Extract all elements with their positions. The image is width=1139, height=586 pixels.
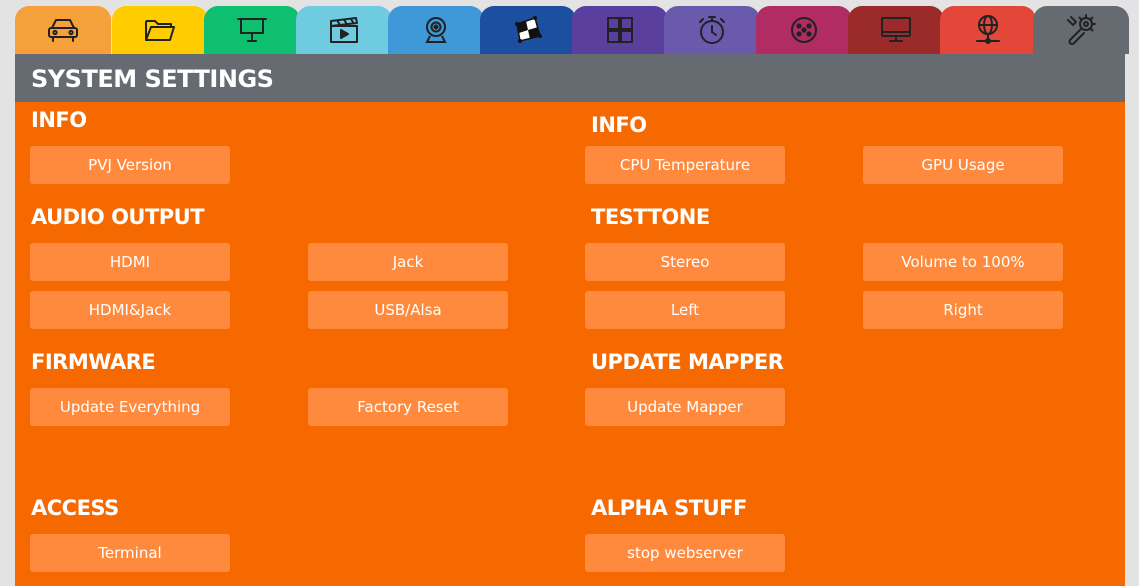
pvj-version-button[interactable]: PVJ Version [30, 146, 230, 184]
hdmi-and-jack-button[interactable]: HDMI&Jack [30, 291, 230, 329]
grid-icon [606, 16, 634, 44]
tab-files[interactable] [112, 6, 208, 54]
dmx-connector-icon [789, 15, 819, 45]
section-title-info-left: INFO [31, 108, 87, 132]
section-title-testtone: TESTTONE [591, 205, 710, 229]
stereo-button[interactable]: Stereo [585, 243, 785, 281]
jack-button[interactable]: Jack [308, 243, 508, 281]
tab-system-settings[interactable] [1033, 6, 1129, 54]
tab-presentation[interactable] [204, 6, 300, 54]
folder-icon [144, 17, 176, 43]
tab-vehicle[interactable] [15, 6, 111, 54]
network-icon [973, 14, 1003, 46]
mapping-grid-icon [513, 15, 543, 45]
section-title-alpha-stuff: ALPHA STUFF [591, 496, 747, 520]
tab-network[interactable] [940, 6, 1036, 54]
tab-mapping[interactable] [480, 6, 576, 54]
stop-webserver-button[interactable]: stop webserver [585, 534, 785, 572]
section-title-firmware: FIRMWARE [31, 350, 156, 374]
clapperboard-icon [328, 16, 360, 44]
gpu-usage-button[interactable]: GPU Usage [863, 146, 1063, 184]
projector-screen-icon [236, 16, 268, 44]
tab-layout[interactable] [572, 6, 668, 54]
tab-video[interactable] [296, 6, 392, 54]
tab-bar [15, 6, 1129, 54]
tab-camera[interactable] [388, 6, 484, 54]
section-title-info-right: INFO [591, 113, 647, 137]
volume-100-button[interactable]: Volume to 100% [863, 243, 1063, 281]
right-button[interactable]: Right [863, 291, 1063, 329]
factory-reset-button[interactable]: Factory Reset [308, 388, 508, 426]
wrench-gear-icon [1065, 14, 1097, 46]
webcam-icon [421, 15, 451, 45]
tab-display[interactable] [848, 6, 944, 54]
left-button[interactable]: Left [585, 291, 785, 329]
tab-timer[interactable] [664, 6, 760, 54]
tab-dmx[interactable] [756, 6, 852, 54]
panel-title: SYSTEM SETTINGS [15, 54, 1125, 102]
update-everything-button[interactable]: Update Everything [30, 388, 230, 426]
section-title-access: ACCESS [31, 496, 119, 520]
car-icon [46, 16, 80, 44]
monitor-icon [880, 16, 912, 44]
cpu-temperature-button[interactable]: CPU Temperature [585, 146, 785, 184]
hdmi-button[interactable]: HDMI [30, 243, 230, 281]
section-title-audio-output: AUDIO OUTPUT [31, 205, 205, 229]
system-settings-panel: SYSTEM SETTINGS INFO PVJ Version INFO CP… [15, 54, 1125, 586]
timer-icon [696, 14, 728, 46]
usb-alsa-button[interactable]: USB/Alsa [308, 291, 508, 329]
update-mapper-button[interactable]: Update Mapper [585, 388, 785, 426]
terminal-button[interactable]: Terminal [30, 534, 230, 572]
section-title-update-mapper: UPDATE MAPPER [591, 350, 784, 374]
